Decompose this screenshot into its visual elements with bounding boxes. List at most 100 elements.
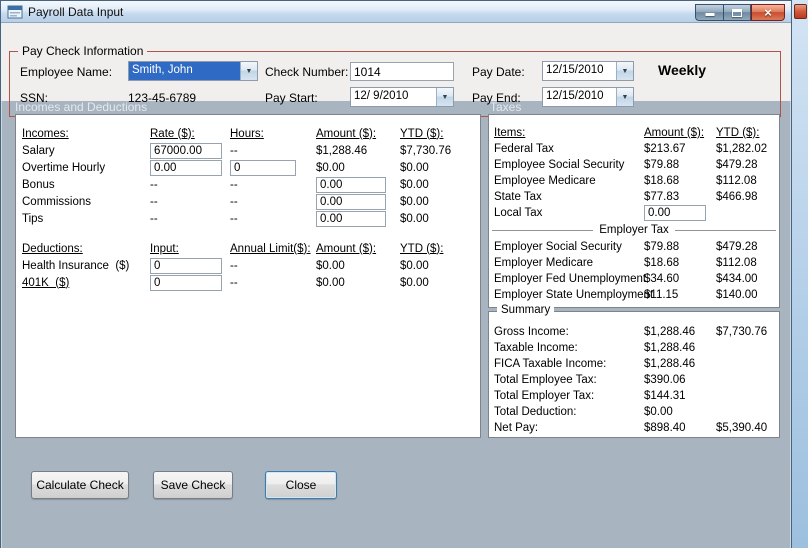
income-label: Commissions <box>22 195 92 208</box>
pay-date-picker[interactable]: 12/15/2010 ▼ <box>542 61 634 81</box>
taxes-header-row: Items: Amount ($): YTD ($): <box>489 125 779 141</box>
employee-name-label: Employee Name: <box>20 65 113 79</box>
income-ytd: $0.00 <box>400 212 429 225</box>
income-row-tips: Tips -- -- $0.00 <box>16 210 480 227</box>
summary-amount: $144.31 <box>644 390 686 402</box>
salary-rate-input[interactable] <box>150 142 222 159</box>
ytd-header: YTD ($): <box>400 242 444 255</box>
minimize-icon <box>705 13 714 16</box>
summary-row-gross-income: Gross Income: $1,288.46 $7,730.76 <box>489 324 779 340</box>
hours-header: Hours: <box>230 127 264 140</box>
summary-panel: Summary Gross Income: $1,288.46 $7,730.7… <box>488 304 780 438</box>
employer-tax-divider: Employer Tax <box>489 221 779 239</box>
summary-label-text: Total Employee Tax: <box>494 374 597 386</box>
income-row-bonus: Bonus -- -- $0.00 <box>16 176 480 193</box>
window-title: Payroll Data Input <box>28 5 124 19</box>
tax-ytd: $434.00 <box>716 273 758 285</box>
summary-label-text: Taxable Income: <box>494 342 578 354</box>
dropdown-arrow-icon[interactable]: ▼ <box>616 62 633 80</box>
deductions-header-row: Deductions: Input: Annual Limit($): Amou… <box>16 240 480 257</box>
deductions-header: Deductions: <box>22 242 83 255</box>
income-rate: -- <box>150 178 158 191</box>
summary-amount: $898.40 <box>644 422 686 434</box>
deduction-ytd: $0.00 <box>400 276 429 289</box>
income-amount: $0.00 <box>316 161 345 174</box>
summary-row-total-employer-tax: Total Employer Tax: $144.31 <box>489 388 779 404</box>
titlebar[interactable]: Payroll Data Input × <box>1 1 791 23</box>
amount-header: Amount ($): <box>644 127 705 139</box>
local-tax-input[interactable] <box>644 205 706 221</box>
incomes-deductions-section-label: Incomes and Deductions <box>15 100 148 114</box>
maximize-button[interactable] <box>723 4 751 21</box>
overtime-rate-input[interactable] <box>150 159 222 176</box>
income-row-commissions: Commissions -- -- $0.00 <box>16 193 480 210</box>
income-row-overtime: Overtime Hourly $0.00 $0.00 <box>16 159 480 176</box>
employee-name-value: Smith, John <box>129 62 240 80</box>
summary-row-total-deduction: Total Deduction: $0.00 <box>489 404 779 420</box>
health-insurance-input[interactable] <box>150 257 222 274</box>
tax-row-federal: Federal Tax $213.67 $1,282.02 <box>489 141 779 157</box>
annual-limit-header: Annual Limit($): <box>230 242 311 255</box>
income-rate: -- <box>150 195 158 208</box>
summary-row-net-pay: Net Pay: $898.40 $5,390.40 <box>489 420 779 436</box>
income-amount: $1,288.46 <box>316 144 368 157</box>
income-ytd: $7,730.76 <box>400 144 452 157</box>
overtime-hours-input[interactable] <box>230 159 296 176</box>
incomes-header: Incomes: <box>22 127 69 140</box>
pay-start-picker[interactable]: 12/ 9/2010 ▼ <box>350 87 454 107</box>
bonus-amount-input[interactable] <box>316 176 386 193</box>
tax-amount-cell <box>644 205 716 221</box>
income-label: Bonus <box>22 178 55 191</box>
income-hours: -- <box>230 195 238 208</box>
close-button[interactable]: × <box>751 4 785 21</box>
retirement-401k-input[interactable] <box>150 274 222 291</box>
dropdown-arrow-icon[interactable]: ▼ <box>436 88 453 106</box>
retirement-401k-link[interactable]: 401K ($) <box>22 277 150 289</box>
pay-end-value: 12/15/2010 <box>546 90 604 102</box>
tax-ytd: $140.00 <box>716 289 758 301</box>
tax-ytd: $112.08 <box>716 175 757 187</box>
income-ytd: $0.00 <box>400 161 429 174</box>
payroll-window: Payroll Data Input × Pay Check Informati… <box>0 0 792 548</box>
income-label: Overtime Hourly <box>22 161 106 174</box>
tax-amount: $77.83 <box>644 191 680 203</box>
close-window-button[interactable]: Close <box>265 471 337 499</box>
pay-start-value: 12/ 9/2010 <box>354 90 409 102</box>
tax-label: Employee Social Security <box>494 159 625 171</box>
taxes-panel: Items: Amount ($): YTD ($): Federal Tax … <box>488 114 780 308</box>
check-number-input[interactable] <box>350 62 454 81</box>
tax-amount: $213.67 <box>644 143 686 155</box>
pay-start-label: Pay Start: <box>265 91 318 105</box>
summary-ytd: $7,730.76 <box>716 326 768 338</box>
income-rate: -- <box>150 212 158 225</box>
deduction-row-401k: 401K ($) -- $0.00 $0.00 <box>16 274 480 291</box>
employer-tax-label: Employer Tax <box>593 224 675 236</box>
amount-header: Amount ($): <box>316 242 377 255</box>
dropdown-arrow-icon[interactable]: ▼ <box>616 88 633 106</box>
rate-header: Rate ($): <box>150 127 195 140</box>
income-row-salary: Salary -- $1,288.46 $7,730.76 <box>16 142 480 159</box>
tax-ytd: $112.08 <box>716 257 757 269</box>
income-hours-cell <box>230 159 316 176</box>
income-amount-cell <box>316 210 400 227</box>
save-check-button[interactable]: Save Check <box>153 471 233 499</box>
incomes-header-row: Incomes: Rate ($): Hours: Amount ($): YT… <box>16 125 480 142</box>
commissions-amount-input[interactable] <box>316 193 386 210</box>
tax-label: State Tax <box>494 191 542 203</box>
income-amount-cell <box>316 176 400 193</box>
dropdown-arrow-icon[interactable]: ▼ <box>240 62 257 80</box>
deduction-row-health-insurance: Health Insurance ($) -- $0.00 $0.00 <box>16 257 480 274</box>
tax-row-employer-social-security: Employer Social Security $79.88 $479.28 <box>489 239 779 255</box>
employee-name-select[interactable]: Smith, John ▼ <box>128 61 258 81</box>
tax-row-employer-fed-unemployment: Employer Fed Unemployment $34.60 $434.00 <box>489 271 779 287</box>
minimize-button[interactable] <box>695 4 723 21</box>
incomes-deductions-panel: Incomes: Rate ($): Hours: Amount ($): YT… <box>15 114 481 438</box>
tax-amount: $11.15 <box>644 289 679 301</box>
deduction-limit: -- <box>230 276 238 289</box>
tips-amount-input[interactable] <box>316 210 386 227</box>
close-icon: × <box>764 4 772 20</box>
pay-end-picker[interactable]: 12/15/2010 ▼ <box>542 87 634 107</box>
calculate-check-button[interactable]: Calculate Check <box>31 471 129 499</box>
summary-label-text: Total Employer Tax: <box>494 390 595 402</box>
app-icon[interactable] <box>7 4 23 20</box>
